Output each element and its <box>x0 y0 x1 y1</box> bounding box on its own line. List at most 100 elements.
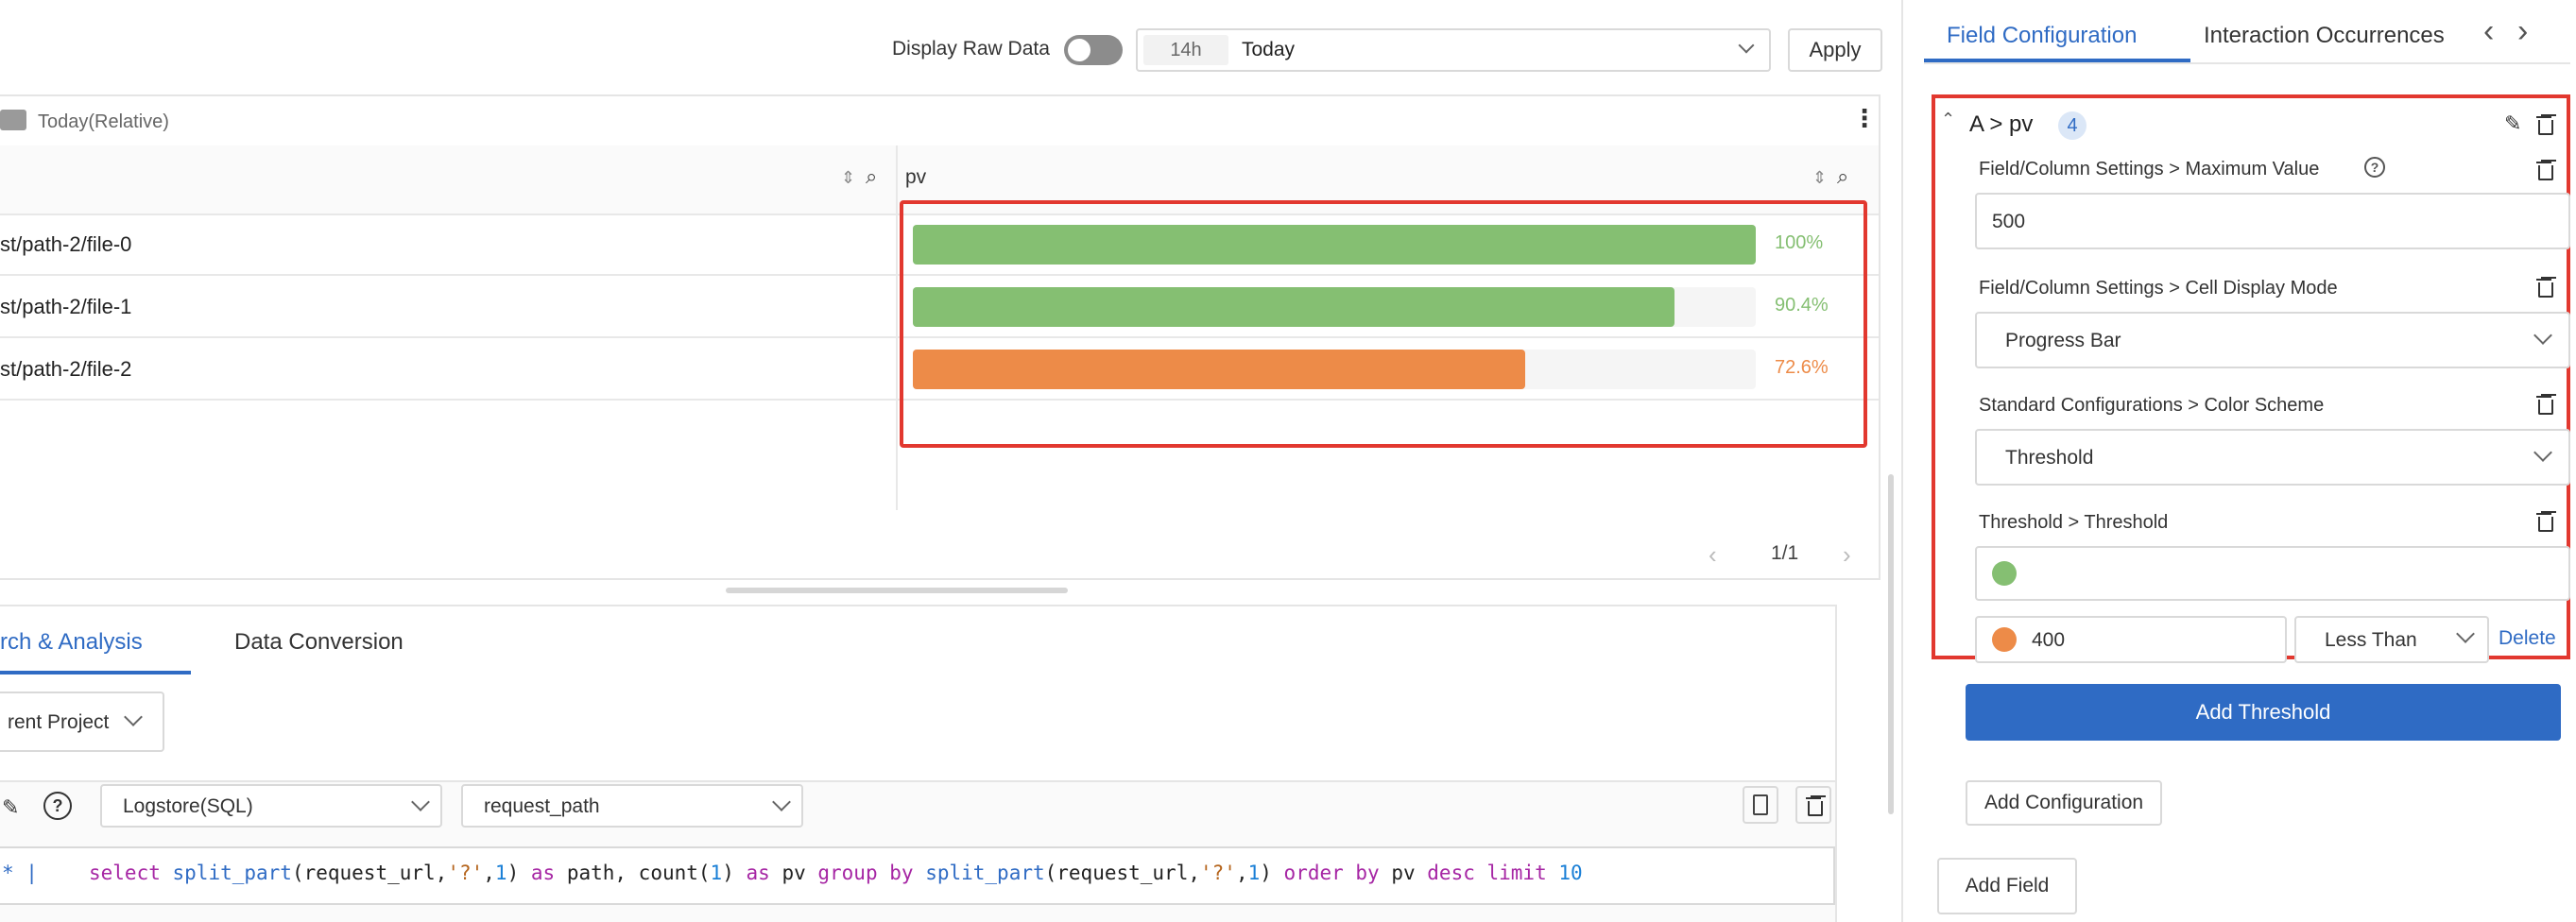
sql-token: , <box>1235 862 1248 884</box>
row-path: st/path-2/file-2 <box>0 357 132 381</box>
field-value: request_path <box>484 795 600 817</box>
tab-data-conversion[interactable]: Data Conversion <box>234 629 404 656</box>
max-value: 500 <box>1992 211 2026 232</box>
threshold-base-row[interactable] <box>1975 546 2570 601</box>
sql-token: split_part <box>172 862 292 884</box>
trash-icon <box>1806 796 1823 816</box>
help-icon[interactable]: ? <box>43 792 72 820</box>
sql-token: as <box>746 862 770 884</box>
sql-token: ) <box>722 862 747 884</box>
field-config-pane: Field Configuration Interaction Occurren… <box>1901 0 2576 922</box>
threshold-color-swatch[interactable] <box>1992 627 2017 652</box>
clear-button[interactable] <box>1795 786 1831 824</box>
sql-token: as <box>530 862 556 884</box>
setting-label: Field/Column Settings > Maximum Value <box>1979 159 2320 179</box>
more-options-icon[interactable]: ⋮ <box>1852 106 1877 130</box>
sql-token: 1 <box>710 862 723 884</box>
top-toolbar: Display Raw Data 14h Today Apply <box>0 0 1901 94</box>
sql-token: (request_url, <box>291 862 448 884</box>
count-badge: 4 <box>2058 111 2087 140</box>
color-scheme-select[interactable]: Threshold <box>1975 429 2570 486</box>
add-field-button[interactable]: Add Field <box>1937 858 2077 914</box>
trash-icon[interactable] <box>2536 278 2553 298</box>
threshold-value: 400 <box>2032 629 2066 651</box>
prev-page-icon[interactable]: ‹ <box>1709 540 1717 570</box>
trash-icon[interactable] <box>2536 512 2553 532</box>
table-panel: Today(Relative) ⋮ ⇕ ⌕ pv ⇕ ⌕ st/path-2/f… <box>0 94 1880 580</box>
panel-icon <box>0 110 26 130</box>
sql-token: pv <box>769 862 818 884</box>
display-mode-select[interactable]: Progress Bar <box>1975 312 2570 368</box>
sql-token: select <box>89 862 173 884</box>
trash-icon[interactable] <box>2536 161 2553 180</box>
scroll-left-icon[interactable]: ‹ <box>2483 13 2494 50</box>
active-tab-indicator <box>0 671 191 674</box>
apply-button[interactable]: Apply <box>1788 28 1882 72</box>
tab-search-analysis[interactable]: rch & Analysis <box>0 629 143 656</box>
tab-field-configuration[interactable]: Field Configuration <box>1947 23 2137 49</box>
chevron-down-icon <box>772 793 791 811</box>
field-group: ⌃ A > pv 4 ✎ Field/Column Settings > Max… <box>1932 94 2570 663</box>
sql-token: 10 <box>1558 862 1583 884</box>
chevron-down-icon <box>2456 624 2475 643</box>
sql-token: order by <box>1283 862 1380 884</box>
column-divider <box>896 145 898 213</box>
chevron-down-icon <box>411 793 430 811</box>
chevron-down-icon <box>2533 443 2552 462</box>
color-scheme-value: Threshold <box>2005 447 2094 469</box>
dashboard-editor: Display Raw Data 14h Today Apply Today(R… <box>0 0 1901 922</box>
delete-threshold-link[interactable]: Delete <box>2499 627 2556 650</box>
edit-icon[interactable]: ✎ <box>2504 111 2521 136</box>
search-icon[interactable]: ⌕ <box>866 164 877 189</box>
page-indicator: 1/1 <box>1771 542 1799 564</box>
collapse-icon[interactable]: ⌃ <box>1941 110 1955 129</box>
sql-token: ) <box>507 862 531 884</box>
logstore-select[interactable]: Logstore(SQL) <box>100 784 442 828</box>
tab-interaction-occurrences[interactable]: Interaction Occurrences <box>2204 23 2445 49</box>
query-editor: rch & Analysis Data Conversion rent Proj… <box>0 605 1837 922</box>
panel-title: Today(Relative) <box>38 111 169 132</box>
next-page-icon[interactable]: › <box>1843 540 1851 570</box>
time-range-select[interactable]: 14h Today <box>1136 28 1771 72</box>
chevron-down-icon <box>2533 326 2552 345</box>
info-icon[interactable]: ? <box>2364 157 2385 178</box>
field-select[interactable]: request_path <box>461 784 803 828</box>
project-select[interactable]: rent Project <box>0 692 164 752</box>
threshold-value-input[interactable]: 400 <box>1975 616 2287 663</box>
sql-token: 1 <box>1247 862 1261 884</box>
edit-icon[interactable]: ✎ <box>2 795 19 820</box>
scroll-right-icon[interactable]: › <box>2517 13 2528 50</box>
copy-button[interactable] <box>1743 786 1778 824</box>
sort-icon[interactable]: ⇕ <box>841 168 855 188</box>
sql-input[interactable]: * | select split_part(request_url,'?',1)… <box>0 846 1835 905</box>
search-icon[interactable]: ⌕ <box>1837 164 1848 189</box>
add-threshold-button[interactable]: Add Threshold <box>1966 684 2561 741</box>
setting-label: Standard Configurations > Color Scheme <box>1979 395 2325 416</box>
sort-icon[interactable]: ⇕ <box>1812 168 1827 188</box>
sql-token: split_part <box>925 862 1045 884</box>
sql-token: '?' <box>447 862 484 884</box>
copy-icon <box>1753 794 1768 815</box>
vertical-scrollbar[interactable] <box>1888 474 1894 814</box>
base-color-swatch[interactable] <box>1992 561 2017 586</box>
max-value-input[interactable]: 500 <box>1975 193 2570 249</box>
add-configuration-button[interactable]: Add Configuration <box>1966 780 2162 826</box>
trash-icon[interactable] <box>2536 115 2553 135</box>
sql-token: '?' <box>1200 862 1236 884</box>
threshold-operator-select[interactable]: Less Than <box>2294 616 2489 663</box>
resize-handle[interactable] <box>726 588 1068 593</box>
trash-icon[interactable] <box>2536 395 2553 415</box>
sql-token: group by <box>817 862 914 884</box>
project-value: rent Project <box>8 711 110 733</box>
field-group-title: A > pv <box>1969 111 2034 137</box>
sql-token: pv <box>1379 862 1428 884</box>
column-divider <box>896 213 898 510</box>
sql-prefix: * | <box>2 862 38 884</box>
column-header-pv: pv <box>905 166 927 188</box>
display-raw-data-toggle[interactable] <box>1064 35 1123 65</box>
sql-statement: select split_part(request_url,'?',1) as … <box>89 862 1583 884</box>
threshold-operator-value: Less Than <box>2325 629 2417 651</box>
logstore-value: Logstore(SQL) <box>123 795 253 817</box>
